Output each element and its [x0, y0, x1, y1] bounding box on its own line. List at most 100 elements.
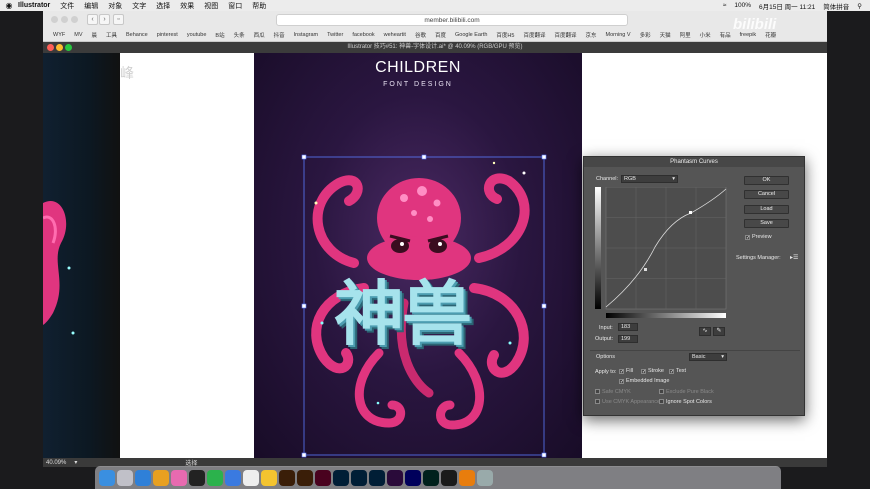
- text-checkbox[interactable]: ✓ Text: [669, 368, 686, 375]
- bookmark-item[interactable]: Morning V: [606, 32, 631, 38]
- output-field[interactable]: 199: [618, 335, 638, 343]
- input-method[interactable]: 简体拼音: [823, 1, 849, 11]
- menu-object[interactable]: 对象: [108, 1, 122, 11]
- bookmark-item[interactable]: 工具: [106, 31, 117, 39]
- dock-icon-premiere-icon[interactable]: [387, 469, 403, 486]
- settings-menu-icon[interactable]: ▸☰: [790, 254, 798, 261]
- dock-icon-lightroom-icon[interactable]: [369, 469, 385, 486]
- menu-edit[interactable]: 编辑: [84, 1, 98, 11]
- bookmark-item[interactable]: 有品: [720, 31, 731, 39]
- stroke-checkbox[interactable]: ✓ Stroke: [641, 368, 664, 375]
- dock-icon-finder-icon[interactable]: [99, 469, 115, 486]
- load-button[interactable]: Load: [744, 205, 789, 214]
- dock-icon-illustrator-icon[interactable]: [297, 469, 313, 486]
- bookmark-item[interactable]: Instagram: [294, 32, 318, 38]
- battery-label[interactable]: 100%: [734, 2, 751, 9]
- dock-icon-safari-icon[interactable]: [135, 469, 151, 486]
- input-field[interactable]: 183: [618, 323, 638, 331]
- use-cmyk-appearance-checkbox[interactable]: Use CMYK Appearance: [595, 399, 660, 405]
- bookmark-item[interactable]: 西瓜: [254, 31, 265, 39]
- bookmark-item[interactable]: 头条: [234, 31, 245, 39]
- dock-icon-audition-icon[interactable]: [423, 469, 439, 486]
- menu-type[interactable]: 文字: [132, 1, 146, 11]
- bookmark-item[interactable]: MV: [74, 32, 82, 38]
- back-button[interactable]: ‹: [87, 14, 98, 25]
- sidebar-button[interactable]: ▫: [113, 14, 124, 25]
- dock-icon-photoshop-icon[interactable]: [333, 469, 349, 486]
- options-mode-select[interactable]: Basic ▾: [689, 353, 727, 361]
- menu-view[interactable]: 视图: [204, 1, 218, 11]
- dock-icon-launchpad-icon[interactable]: [117, 469, 133, 486]
- search-icon[interactable]: ⚲: [857, 2, 862, 10]
- apple-icon[interactable]: ◉: [0, 1, 18, 10]
- menu-select[interactable]: 选择: [156, 1, 170, 11]
- zoom-doc-icon[interactable]: [65, 44, 72, 51]
- bookmark-item[interactable]: 百度: [435, 31, 446, 39]
- dock-icon-blender-icon[interactable]: [459, 469, 475, 486]
- minimize-window-icon[interactable]: [61, 16, 68, 23]
- close-doc-icon[interactable]: [47, 44, 54, 51]
- bookmark-item[interactable]: 多彩: [640, 31, 651, 39]
- dock-icon-indesign-icon[interactable]: [315, 469, 331, 486]
- dock-icon-wechat-icon[interactable]: [207, 469, 223, 486]
- exclude-pure-black-checkbox[interactable]: Exclude Pure Black: [659, 389, 714, 395]
- menu-app-name[interactable]: Illustrator: [18, 2, 50, 9]
- wifi-icon[interactable]: ≈: [723, 2, 727, 9]
- dock-icon-textedit-icon[interactable]: [243, 469, 259, 486]
- bookmark-item[interactable]: youtube: [187, 32, 207, 38]
- bookmark-item[interactable]: 天猫: [660, 31, 671, 39]
- dock-icon-cinema-4d-icon[interactable]: [441, 469, 457, 486]
- menu-window[interactable]: 窗口: [228, 1, 242, 11]
- close-window-icon[interactable]: [51, 16, 58, 23]
- bookmark-item[interactable]: WYF: [53, 32, 65, 38]
- bookmark-item[interactable]: Twitter: [327, 32, 343, 38]
- dock-icon-photoshop-icon[interactable]: [351, 469, 367, 486]
- bookmark-item[interactable]: B站: [215, 31, 224, 39]
- dock-icon-trash-icon[interactable]: [477, 469, 493, 486]
- menu-effect[interactable]: 效果: [180, 1, 194, 11]
- dock-icon-mail-icon[interactable]: [225, 469, 241, 486]
- channel-select[interactable]: RGB ▾: [621, 175, 678, 183]
- chevron-down-icon[interactable]: ▾: [74, 459, 77, 466]
- bookmark-item[interactable]: Google Earth: [455, 32, 487, 38]
- zoom-window-icon[interactable]: [71, 16, 78, 23]
- bookmark-item[interactable]: Behance: [126, 32, 148, 38]
- bookmark-item[interactable]: facebook: [352, 32, 374, 38]
- ok-button[interactable]: OK: [744, 176, 789, 185]
- fill-checkbox[interactable]: ✓ Fill: [619, 368, 633, 375]
- dock-icon-chrome-icon[interactable]: [153, 469, 169, 486]
- bookmark-item[interactable]: 抖音: [274, 31, 285, 39]
- url-bar[interactable]: member.bilibili.com: [276, 14, 628, 26]
- forward-button[interactable]: ›: [99, 14, 110, 25]
- menu-help[interactable]: 帮助: [252, 1, 266, 11]
- bookmark-item[interactable]: 阿里: [680, 31, 691, 39]
- bookmark-item[interactable]: 谷歌: [415, 31, 426, 39]
- clock[interactable]: 6月15日 周一 11:21: [759, 1, 815, 11]
- ignore-spot-colors-checkbox[interactable]: Ignore Spot Colors: [659, 399, 712, 405]
- preview-checkbox[interactable]: ✓ Preview: [745, 234, 772, 241]
- main-artboard[interactable]: CHILDREN FONT DESIGN 神兽: [254, 53, 582, 458]
- dock-icon-notes-icon[interactable]: [261, 469, 277, 486]
- dock-icon-after-effects-icon[interactable]: [405, 469, 421, 486]
- bookmark-item[interactable]: 晨: [91, 31, 97, 39]
- zoom-level[interactable]: 40.09%: [46, 460, 66, 466]
- save-button[interactable]: Save: [744, 219, 789, 228]
- bookmark-item[interactable]: 小米: [700, 31, 711, 39]
- dock-icon-qq-icon[interactable]: [189, 469, 205, 486]
- minimize-doc-icon[interactable]: [56, 44, 63, 51]
- menu-file[interactable]: 文件: [60, 1, 74, 11]
- curve-tool-icon[interactable]: ∿: [699, 327, 711, 336]
- cancel-button[interactable]: Cancel: [744, 190, 789, 199]
- safe-cmyk-checkbox[interactable]: Safe CMYK: [595, 389, 631, 395]
- bookmark-item[interactable]: 京东: [585, 31, 596, 39]
- bookmark-item[interactable]: 百度翻译: [554, 31, 576, 39]
- embedded-image-checkbox[interactable]: ✓ Embedded Image: [619, 378, 669, 385]
- pencil-icon[interactable]: ✎: [713, 327, 725, 336]
- bookmark-item[interactable]: pinterest: [157, 32, 178, 38]
- dock-icon-illustrator-icon[interactable]: [279, 469, 295, 486]
- bookmark-item[interactable]: 百度H5: [496, 31, 514, 39]
- bookmark-item[interactable]: weheartit: [384, 32, 406, 38]
- bookmark-item[interactable]: 百度翻译: [523, 31, 545, 39]
- curves-graph[interactable]: [595, 187, 730, 319]
- dock-icon-photos-icon[interactable]: [171, 469, 187, 486]
